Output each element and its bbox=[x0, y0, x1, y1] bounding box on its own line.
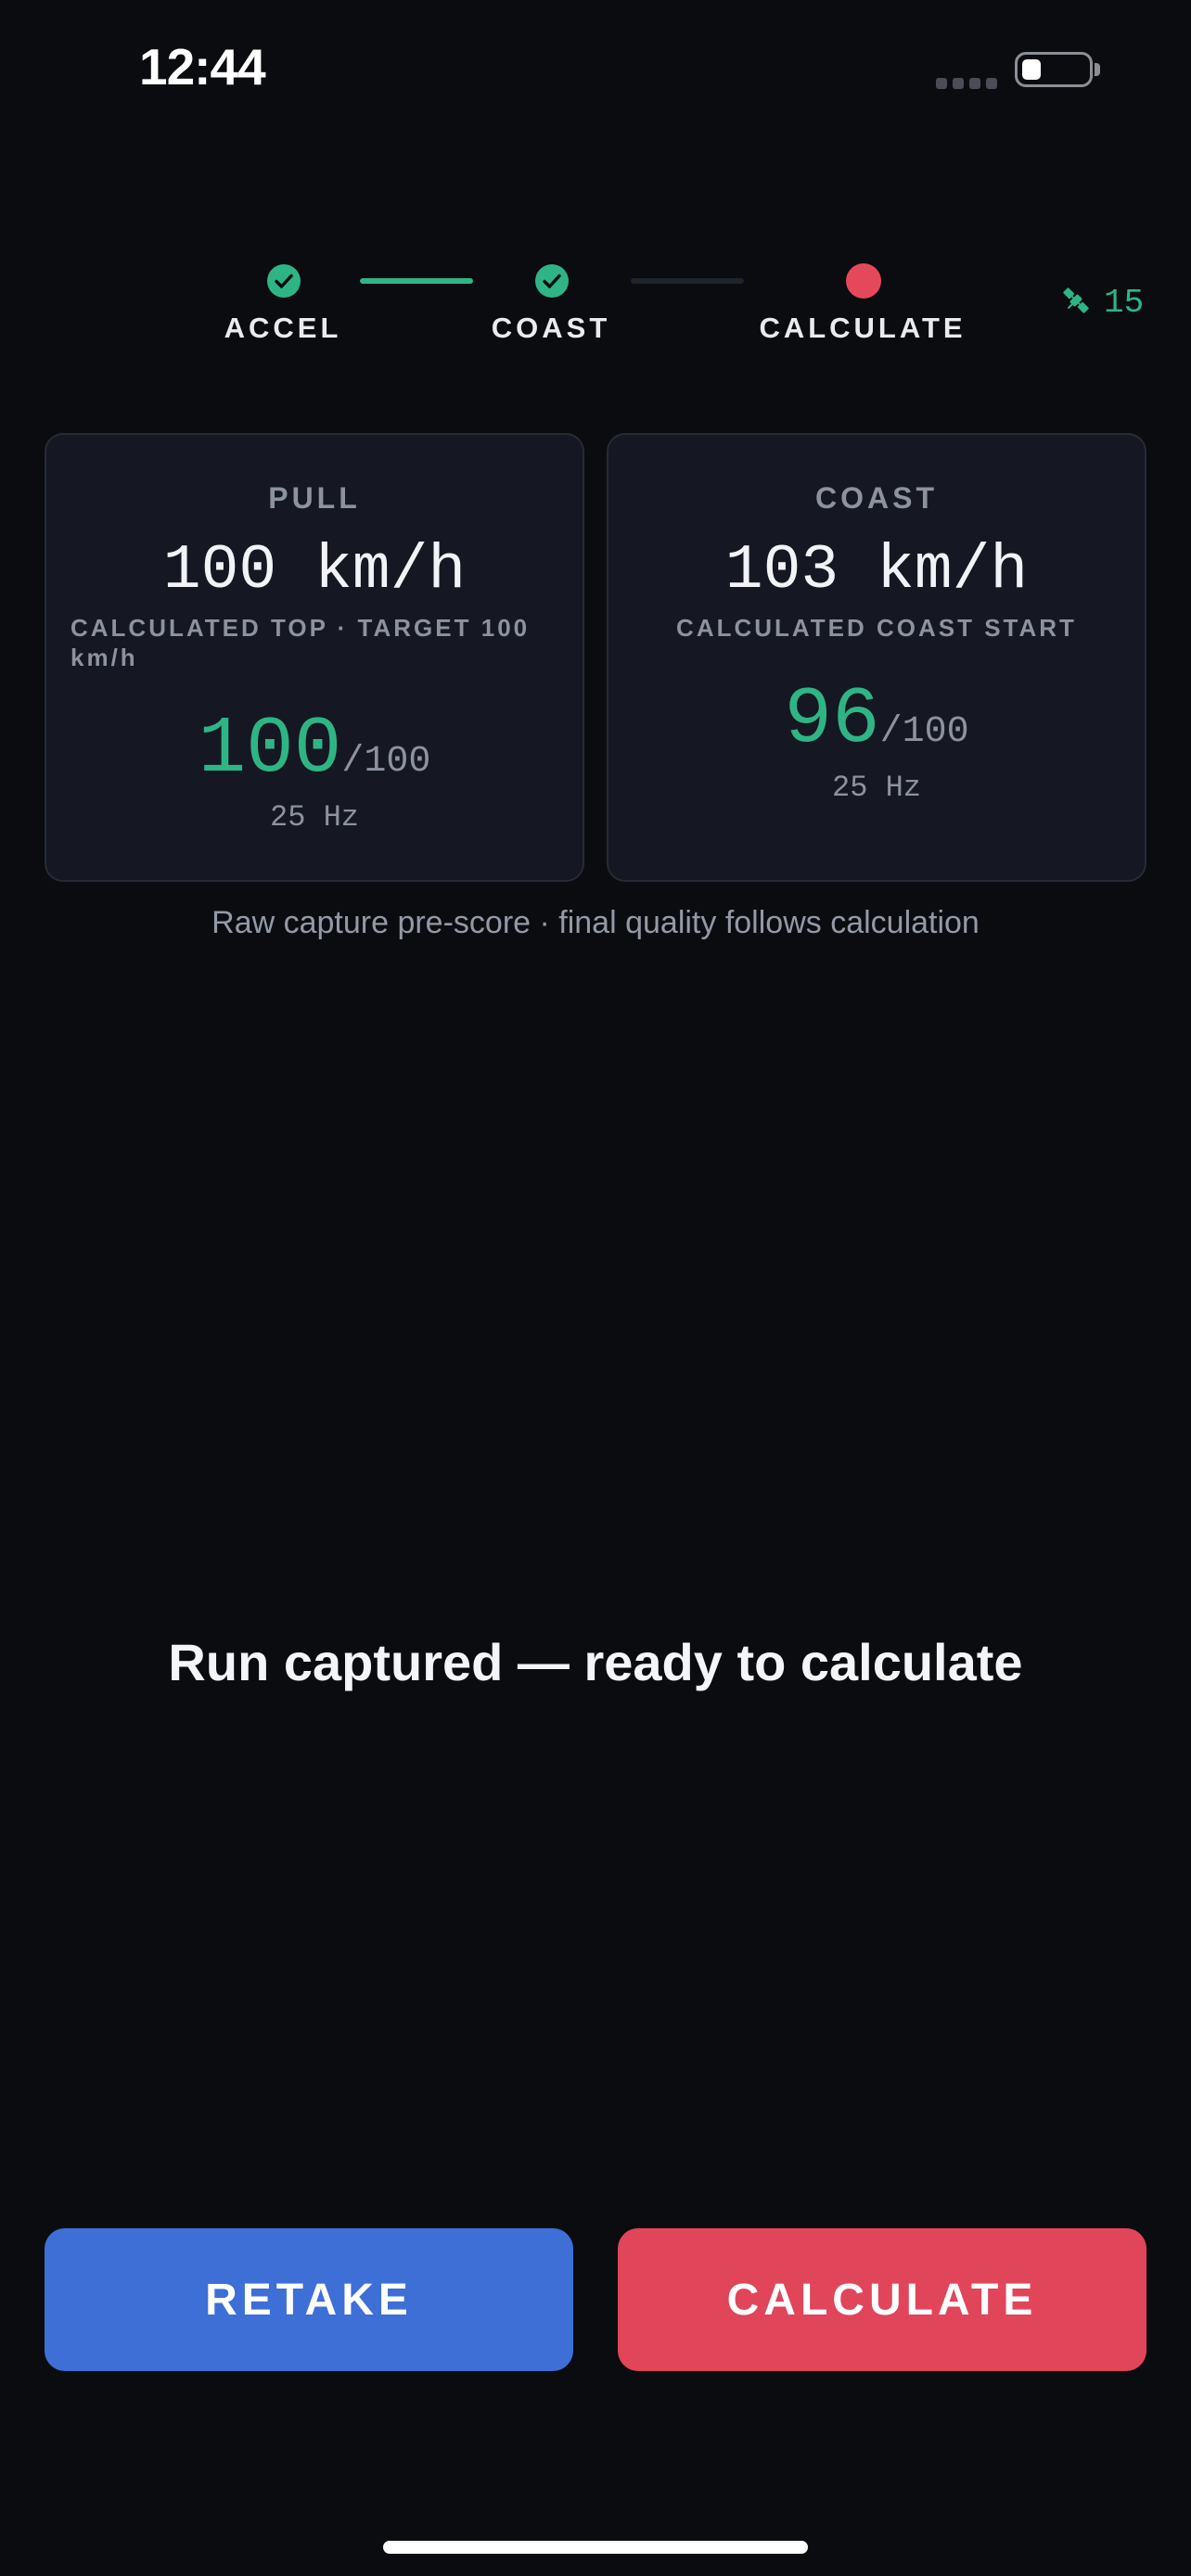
pull-score-max: /100 bbox=[341, 741, 431, 783]
step-label-coast: COAST bbox=[491, 312, 611, 344]
step-calculate-dot bbox=[846, 263, 881, 299]
coast-speed: 103 km/h bbox=[724, 535, 1029, 606]
step-coast-check-icon bbox=[535, 264, 569, 298]
step-connector-2 bbox=[631, 278, 744, 284]
pre-score-note: Raw capture pre-score · final quality fo… bbox=[211, 905, 980, 940]
coast-card: COAST 103 km/h CALCULATED COAST START 96… bbox=[607, 433, 1146, 882]
gps-satellites: 15 bbox=[1057, 282, 1145, 324]
step-connector-1 bbox=[360, 278, 473, 284]
calculate-button[interactable]: CALCULATE bbox=[618, 2228, 1146, 2371]
satellite-icon bbox=[1057, 282, 1095, 324]
coast-score: 96/100 bbox=[608, 674, 1145, 765]
step-label-calculate: CALCULATE bbox=[759, 312, 967, 344]
battery-icon bbox=[1015, 52, 1093, 87]
home-indicator[interactable] bbox=[383, 2541, 808, 2554]
coast-title: COAST bbox=[815, 481, 938, 515]
status-headline: Run captured — ready to calculate bbox=[168, 1633, 1023, 1691]
coast-score-value: 96 bbox=[784, 674, 880, 765]
step-label-accel: ACCEL bbox=[224, 312, 342, 344]
pull-subtitle: CALCULATED TOP · TARGET 100 km/h bbox=[70, 614, 531, 671]
status-time: 12:44 bbox=[139, 38, 266, 96]
pull-score-value: 100 bbox=[198, 704, 342, 795]
step-accel-check-icon bbox=[267, 264, 301, 298]
pull-score: 100/100 bbox=[46, 704, 583, 795]
battery-cap bbox=[1095, 63, 1100, 76]
coast-score-max: /100 bbox=[879, 711, 969, 753]
pull-title: PULL bbox=[268, 481, 361, 515]
coast-sample-rate: 25 Hz bbox=[831, 771, 921, 805]
pull-speed: 100 km/h bbox=[162, 535, 467, 606]
pull-sample-rate: 25 Hz bbox=[269, 800, 359, 835]
coast-subtitle: CALCULATED COAST START bbox=[676, 614, 1077, 642]
signal-icon bbox=[936, 78, 997, 89]
retake-button[interactable]: RETAKE bbox=[45, 2228, 573, 2371]
satellite-count: 15 bbox=[1104, 283, 1145, 322]
pull-card: PULL 100 km/h CALCULATED TOP · TARGET 10… bbox=[45, 433, 584, 882]
